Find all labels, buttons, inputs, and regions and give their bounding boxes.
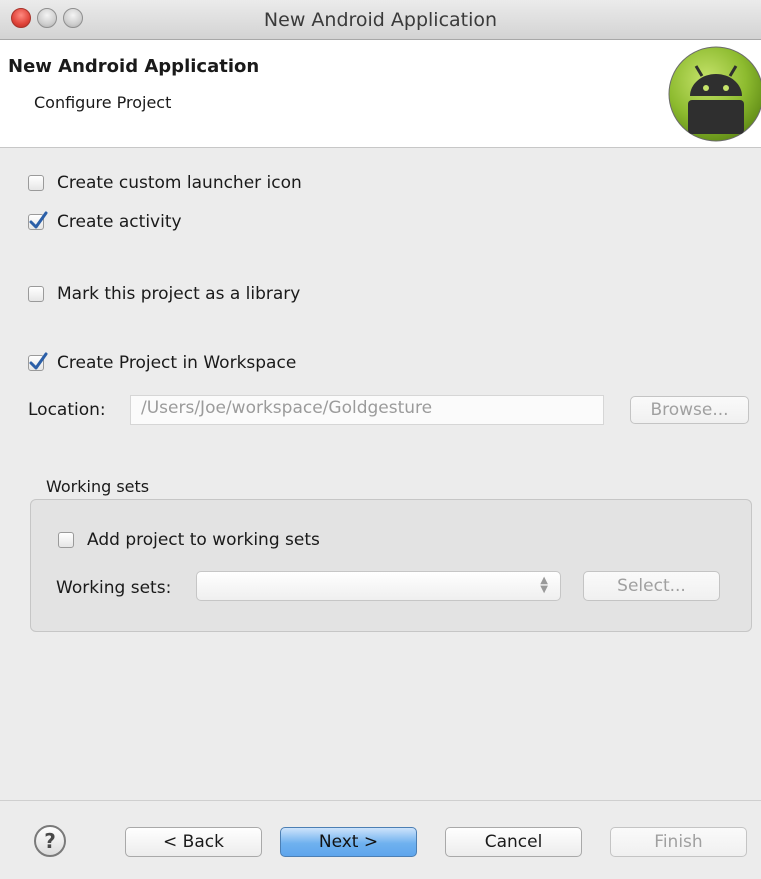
mark-library-checkbox[interactable] — [28, 286, 44, 302]
wizard-subtitle: Configure Project — [34, 93, 172, 112]
create-in-workspace-checkbox[interactable] — [28, 352, 48, 371]
updown-arrows-icon: ▲ ▼ — [540, 575, 548, 595]
add-to-working-sets-option[interactable]: Add project to working sets — [58, 530, 320, 550]
create-activity-label: Create activity — [57, 212, 182, 232]
working-sets-field-label: Working sets: — [56, 578, 172, 598]
working-sets-group — [30, 499, 752, 632]
create-activity-checkbox[interactable] — [28, 211, 48, 230]
create-activity-option[interactable]: Create activity — [28, 211, 182, 232]
android-logo-icon — [668, 46, 761, 142]
wizard-title: New Android Application — [8, 56, 260, 77]
custom-launcher-option[interactable]: Create custom launcher icon — [28, 173, 302, 193]
add-to-working-sets-checkbox[interactable] — [58, 532, 74, 548]
finish-button[interactable]: Finish — [610, 827, 747, 857]
mark-library-label: Mark this project as a library — [57, 284, 301, 304]
window-title: New Android Application — [263, 9, 498, 31]
browse-button[interactable]: Browse... — [630, 396, 749, 424]
add-to-working-sets-label: Add project to working sets — [87, 530, 320, 550]
location-field[interactable]: /Users/Joe/workspace/Goldgesture — [130, 395, 604, 425]
working-sets-select[interactable]: ▲ ▼ — [196, 571, 561, 601]
select-working-sets-button[interactable]: Select... — [583, 571, 720, 601]
footer-separator — [0, 800, 761, 801]
custom-launcher-checkbox[interactable] — [28, 175, 44, 191]
mark-library-option[interactable]: Mark this project as a library — [28, 284, 300, 304]
working-sets-legend: Working sets — [46, 477, 150, 496]
title-bar: New Android Application — [0, 0, 761, 40]
checkmark-icon — [29, 211, 48, 229]
next-button[interactable]: Next > — [280, 827, 417, 857]
create-in-workspace-option[interactable]: Create Project in Workspace — [28, 352, 297, 373]
location-label: Location: — [28, 400, 106, 420]
cancel-button[interactable]: Cancel — [445, 827, 582, 857]
help-icon[interactable]: ? — [34, 825, 66, 857]
checkmark-icon — [29, 352, 48, 370]
back-button[interactable]: < Back — [125, 827, 262, 857]
create-in-workspace-label: Create Project in Workspace — [57, 353, 297, 373]
custom-launcher-label: Create custom launcher icon — [57, 173, 302, 193]
wizard-header: New Android Application Configure Projec… — [0, 40, 761, 148]
